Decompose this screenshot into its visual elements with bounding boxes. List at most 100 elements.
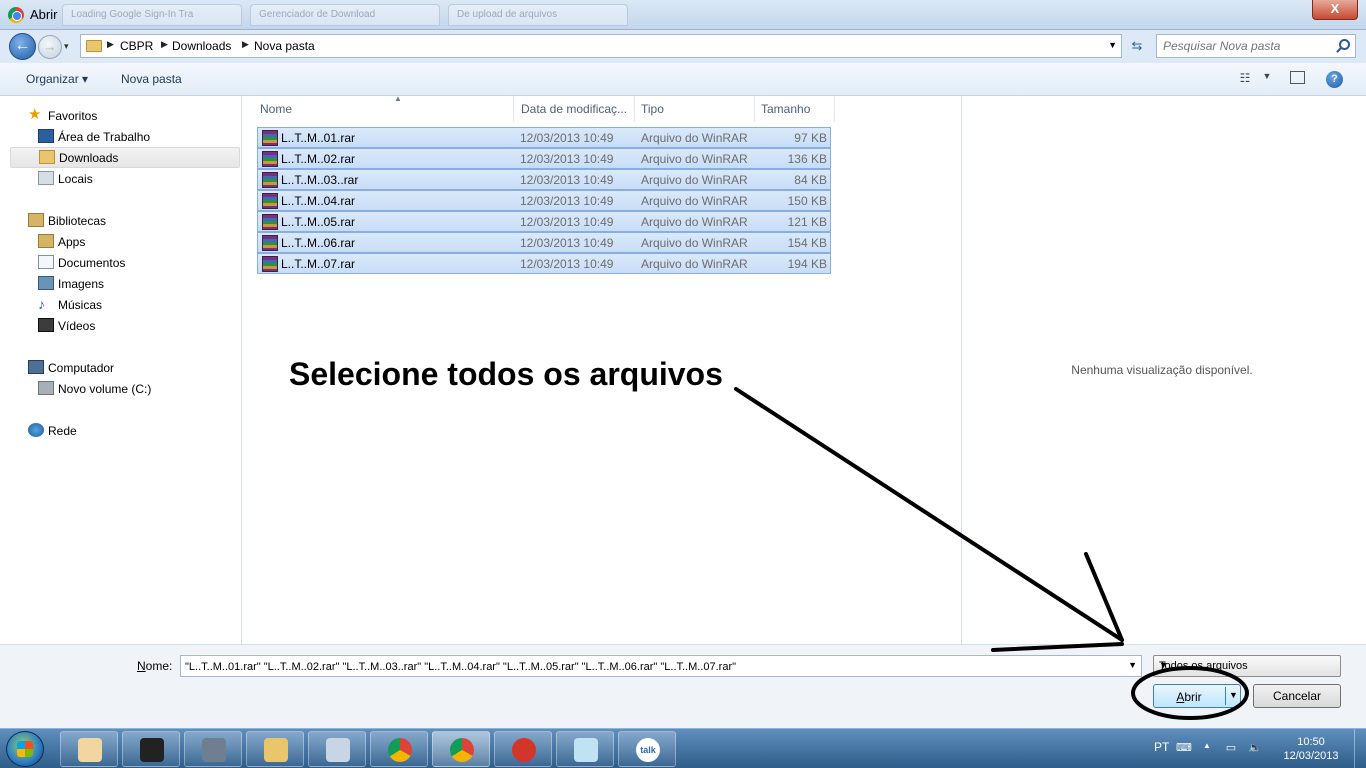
paint-icon xyxy=(78,738,102,762)
winrar-archive-icon xyxy=(262,151,278,167)
sidebar-item-apps[interactable]: Apps xyxy=(38,232,228,252)
file-size: 150 KB xyxy=(787,194,827,208)
breadcrumb-nova-pasta[interactable]: Nova pasta xyxy=(254,39,315,53)
file-type-select[interactable]: Todos os arquivos ▼ xyxy=(1153,655,1341,677)
refresh-icon[interactable]: ⇆ xyxy=(1126,35,1148,57)
show-desktop-button[interactable] xyxy=(1354,729,1366,768)
breadcrumb-cbpr[interactable]: CBPR xyxy=(120,39,153,53)
volume-muted-icon[interactable]: 🔈 xyxy=(1248,741,1262,755)
file-type: Arquivo do WinRAR xyxy=(641,152,748,166)
file-row[interactable]: L..T..M..06.rar 12/03/2013 10:49 Arquivo… xyxy=(257,232,831,253)
folder-icon xyxy=(264,738,288,762)
taskbar-app-chrome-active[interactable] xyxy=(432,731,490,767)
chrome-icon xyxy=(450,738,474,762)
sidebar-item-videos[interactable]: Vídeos xyxy=(38,316,228,336)
search-input[interactable] xyxy=(1163,38,1333,54)
sidebar-item-computador[interactable]: Computador xyxy=(28,358,228,378)
sidebar-item-label: Rede xyxy=(48,424,77,438)
column-header-size[interactable]: Tamanho xyxy=(755,96,835,122)
system-clock[interactable]: 10:50 12/03/2013 xyxy=(1276,735,1346,763)
winrar-archive-icon xyxy=(262,130,278,146)
chevron-down-icon[interactable]: ▼ xyxy=(1229,690,1238,700)
network-tray-icon[interactable]: ▭ xyxy=(1224,741,1238,755)
file-row[interactable]: L..T..M..03..rar 12/03/2013 10:49 Arquiv… xyxy=(257,169,831,190)
file-type: Arquivo do WinRAR xyxy=(641,257,748,271)
winrar-archive-icon xyxy=(262,172,278,188)
taskbar-app-ccleaner[interactable] xyxy=(494,731,552,767)
back-button[interactable]: ← xyxy=(9,33,36,60)
close-button[interactable]: X xyxy=(1312,0,1358,20)
file-date: 12/03/2013 10:49 xyxy=(520,215,614,229)
chevron-right-icon[interactable]: ▶ xyxy=(242,39,249,50)
address-bar[interactable]: ▶ CBPR ▶ Downloads ▶ Nova pasta ▼ xyxy=(80,34,1122,58)
apps-library-icon xyxy=(38,234,54,248)
accelerator-key: N xyxy=(137,659,146,673)
label-text: ome: xyxy=(145,659,173,673)
sidebar-item-documentos[interactable]: Documentos xyxy=(38,253,228,273)
chevron-down-icon[interactable]: ▼ xyxy=(1159,660,1335,670)
chevron-right-icon[interactable]: ▶ xyxy=(161,39,168,50)
taskbar-app-media-player[interactable] xyxy=(122,731,180,767)
sidebar-item-imagens[interactable]: Imagens xyxy=(38,274,228,294)
file-name-combobox[interactable]: ▼ xyxy=(180,655,1142,677)
file-date: 12/03/2013 10:49 xyxy=(520,152,614,166)
desktop-icon xyxy=(38,129,54,143)
taskbar-app-chrome[interactable] xyxy=(370,731,428,767)
new-folder-button[interactable]: Nova pasta xyxy=(121,72,182,86)
windows-start-button[interactable] xyxy=(6,731,44,767)
file-row[interactable]: L..T..M..05.rar 12/03/2013 10:49 Arquivo… xyxy=(257,211,831,232)
taskbar-app-notepad[interactable] xyxy=(556,731,614,767)
taskbar-app-calculator[interactable] xyxy=(308,731,366,767)
label-text: brir xyxy=(1184,690,1202,704)
window-titlebar: Abrir Loading Google Sign-In Tra Gerenci… xyxy=(0,0,1366,30)
show-hidden-icons[interactable]: ▲ xyxy=(1200,741,1214,755)
file-row[interactable]: L..T..M..01.rar 12/03/2013 10:49 Arquivo… xyxy=(257,127,831,148)
library-icon xyxy=(28,213,44,227)
organize-button[interactable]: Organizar ▾ xyxy=(26,72,88,86)
taskbar-app-scanner[interactable] xyxy=(184,731,242,767)
file-name-input[interactable] xyxy=(185,659,1115,674)
chevron-right-icon[interactable]: ▶ xyxy=(107,39,114,50)
column-header-date[interactable]: Data de modificaç... xyxy=(515,96,635,122)
sidebar-item-bibliotecas[interactable]: Bibliotecas xyxy=(28,211,228,231)
preview-pane-icon[interactable] xyxy=(1290,71,1305,84)
language-indicator[interactable]: PT xyxy=(1154,740,1169,754)
sidebar-item-rede[interactable]: Rede xyxy=(28,421,228,441)
file-type: Arquivo do WinRAR xyxy=(641,215,748,229)
search-box[interactable] xyxy=(1156,34,1356,58)
chevron-down-icon[interactable]: ▼ xyxy=(1258,71,1276,87)
keyboard-icon[interactable]: ⌨ xyxy=(1176,741,1192,755)
forward-button[interactable]: → xyxy=(38,35,62,59)
view-options-icon[interactable]: ☷ xyxy=(1236,71,1254,87)
file-name: L..T..M..06.rar xyxy=(281,236,356,250)
sidebar-item-area-de-trabalho[interactable]: Área de Trabalho xyxy=(38,127,228,147)
file-row[interactable]: L..T..M..04.rar 12/03/2013 10:49 Arquivo… xyxy=(257,190,831,211)
cancel-button[interactable]: Cancelar xyxy=(1253,684,1341,708)
column-header-name[interactable]: ▲ Nome xyxy=(254,94,514,122)
clock-time: 10:50 xyxy=(1297,736,1325,748)
taskbar-app-explorer[interactable] xyxy=(246,731,304,767)
file-name: L..T..M..03..rar xyxy=(281,173,359,187)
winrar-archive-icon xyxy=(262,193,278,209)
column-header-type[interactable]: Tipo xyxy=(635,96,755,122)
chevron-down-icon[interactable]: ▼ xyxy=(1128,660,1137,670)
sidebar-item-musicas[interactable]: ♪ Músicas xyxy=(38,295,228,315)
taskbar-app-paint[interactable] xyxy=(60,731,118,767)
help-icon[interactable]: ? xyxy=(1326,71,1343,88)
open-button[interactable]: Abrir ▼ xyxy=(1153,684,1241,708)
chevron-down-icon[interactable]: ▼ xyxy=(1108,40,1117,50)
sidebar-item-label: Favoritos xyxy=(48,109,98,123)
sidebar-item-locais[interactable]: Locais xyxy=(38,169,228,189)
sidebar-item-novo-volume[interactable]: Novo volume (C:) xyxy=(38,379,228,399)
sidebar-item-favoritos[interactable]: ★ Favoritos xyxy=(28,106,228,126)
taskbar-app-google-talk[interactable]: talk xyxy=(618,731,676,767)
scanner-icon xyxy=(202,738,226,762)
file-date: 12/03/2013 10:49 xyxy=(520,257,614,271)
file-row[interactable]: L..T..M..02.rar 12/03/2013 10:49 Arquivo… xyxy=(257,148,831,169)
recent-locations-dropdown[interactable]: ▾ xyxy=(64,41,69,52)
sidebar-item-downloads[interactable]: Downloads xyxy=(10,147,240,168)
file-row[interactable]: L..T..M..07.rar 12/03/2013 10:49 Arquivo… xyxy=(257,253,831,274)
search-icon[interactable] xyxy=(1339,39,1350,50)
file-size: 154 KB xyxy=(787,236,827,250)
breadcrumb-downloads[interactable]: Downloads xyxy=(172,39,231,53)
